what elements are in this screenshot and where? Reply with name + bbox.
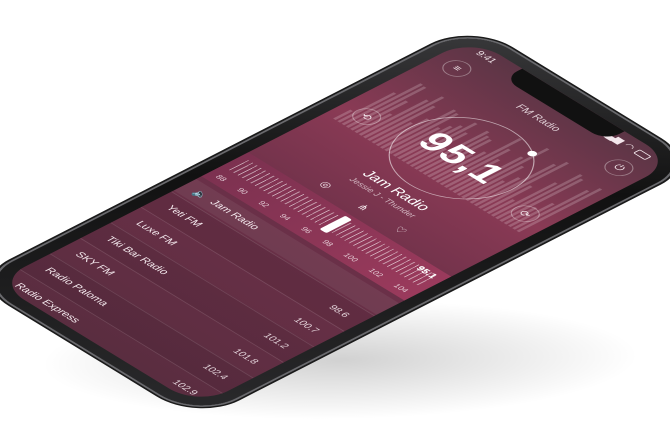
tuner-label: 104 bbox=[391, 282, 411, 294]
tuner-label: 98 bbox=[319, 238, 336, 248]
speaker-icon: 🔈 bbox=[189, 188, 212, 202]
power-icon[interactable]: ⏻ bbox=[598, 156, 640, 180]
station-row-freq: 101.8 bbox=[230, 347, 262, 366]
status-time: 9:41 bbox=[472, 49, 499, 65]
station-row-freq: 101.2 bbox=[260, 331, 292, 350]
tuner-label: 100 bbox=[341, 251, 361, 263]
station-row-freq: 98.6 bbox=[326, 303, 353, 319]
tuner-label: 92 bbox=[256, 199, 272, 209]
station-row-freq: 102.4 bbox=[199, 362, 231, 381]
tuner-label: 88 bbox=[213, 173, 229, 183]
tuner-label: 102 bbox=[366, 267, 386, 279]
frequency-display: 95,1 bbox=[408, 126, 516, 190]
tuner-label: 96 bbox=[298, 225, 314, 235]
tuner-label: 94 bbox=[277, 212, 293, 222]
heart-icon[interactable]: ♡ bbox=[390, 225, 410, 235]
menu-icon[interactable]: ≡ bbox=[436, 56, 478, 81]
tuner-label: 90 bbox=[234, 186, 251, 196]
scan-icon[interactable]: ◎ bbox=[316, 179, 335, 190]
share-icon[interactable]: ⋔ bbox=[353, 202, 372, 213]
wifi-icon: ◠ bbox=[620, 141, 638, 152]
station-row-freq: 100.7 bbox=[290, 316, 322, 335]
battery-icon bbox=[632, 149, 652, 161]
